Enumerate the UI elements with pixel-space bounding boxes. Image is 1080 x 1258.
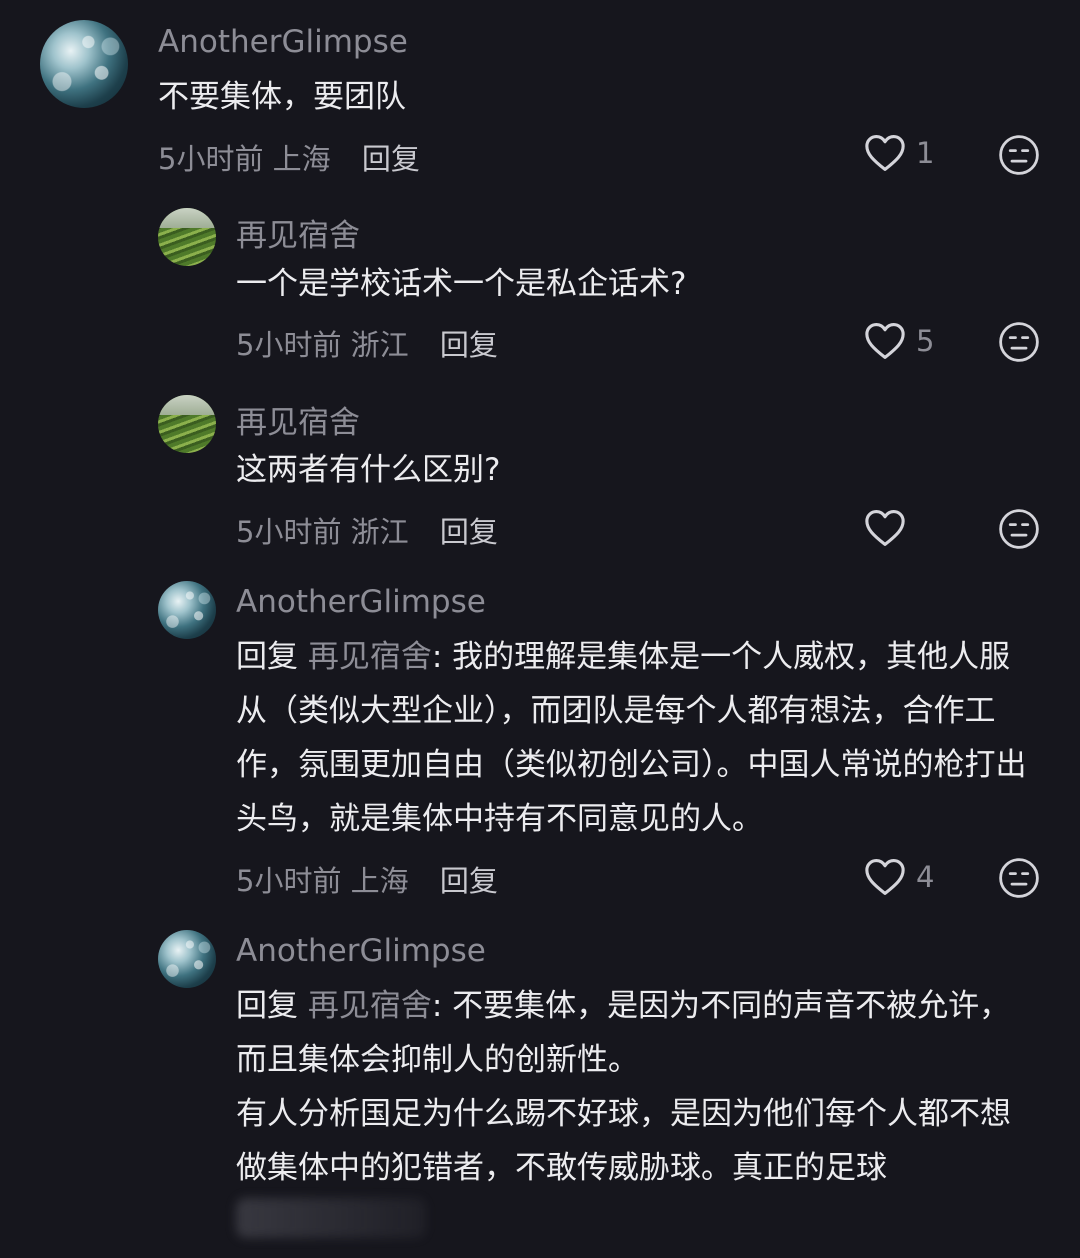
neutral-face-icon[interactable] — [998, 857, 1040, 899]
user-avatar[interactable] — [158, 395, 216, 453]
like-count: 5 — [916, 324, 935, 358]
comment-location: 上海 — [350, 864, 409, 898]
comment-text: 回复 再见宿舍: 我的理解是集体是一个人威权，其他人服从（类似大型企业），而团队… — [236, 630, 1031, 846]
reply-button[interactable]: 回复 — [362, 142, 420, 176]
comment-meta: 5小时前 上海 回复 — [236, 858, 498, 900]
neutral-face-icon[interactable] — [998, 321, 1040, 363]
comment-time: 5小时前 — [158, 142, 264, 176]
reply-prefix: 回复 — [236, 988, 298, 1024]
reply-prefix: 回复 — [236, 639, 298, 675]
comment-time: 5小时前 — [236, 515, 342, 549]
comment-meta: 5小时前 浙江 回复 — [236, 509, 498, 551]
comment-text: 回复 再见宿舍: 不要集体，是因为不同的声音不被允许，而且集体会抑制人的创新性。… — [236, 979, 1031, 1195]
heart-outline-icon — [865, 323, 905, 359]
heart-outline-icon — [865, 510, 905, 546]
comment-username[interactable]: 再见宿舍 — [236, 210, 360, 255]
like-count: 4 — [916, 860, 935, 894]
comment-username[interactable]: AnotherGlimpse — [158, 24, 408, 60]
comment-username[interactable]: AnotherGlimpse — [236, 933, 486, 969]
comment-location: 上海 — [272, 142, 331, 176]
truncated-content-fade — [236, 1198, 426, 1238]
comment-location: 浙江 — [350, 328, 409, 362]
comment-body-paragraph-2: 有人分析国足为什么踢不好球，是因为他们每个人都不想做集体中的犯错者，不敢传威胁球… — [236, 1096, 1011, 1186]
reply-button[interactable]: 回复 — [440, 328, 498, 362]
reply-button[interactable]: 回复 — [440, 864, 498, 898]
reply-target-username[interactable]: 再见宿舍 — [308, 639, 432, 675]
heart-outline-icon — [865, 135, 905, 171]
comment-time: 5小时前 — [236, 328, 342, 362]
like-button[interactable]: 4 — [864, 858, 934, 896]
comment-time: 5小时前 — [236, 864, 342, 898]
reply-target-username[interactable]: 再见宿舍 — [308, 988, 432, 1024]
user-avatar[interactable] — [40, 20, 128, 108]
user-avatar[interactable] — [158, 208, 216, 266]
reply-button[interactable]: 回复 — [440, 515, 498, 549]
comment-meta: 5小时前 上海 回复 — [158, 136, 420, 178]
comment-text: 不要集体，要团队 — [158, 79, 406, 115]
comment-location: 浙江 — [350, 515, 409, 549]
user-avatar[interactable] — [158, 581, 216, 639]
like-count: 1 — [916, 136, 935, 170]
comment-username[interactable]: AnotherGlimpse — [236, 584, 486, 620]
comment-text: 一个是学校话术一个是私企话术? — [236, 266, 687, 302]
like-button[interactable]: 5 — [864, 322, 934, 360]
neutral-face-icon[interactable] — [998, 134, 1040, 176]
comment-username[interactable]: 再见宿舍 — [236, 397, 360, 442]
comment-meta: 5小时前 浙江 回复 — [236, 322, 498, 364]
like-button[interactable]: 1 — [864, 134, 934, 172]
neutral-face-icon[interactable] — [998, 508, 1040, 550]
user-avatar[interactable] — [158, 930, 216, 988]
like-button[interactable] — [864, 509, 916, 547]
heart-outline-icon — [865, 859, 905, 895]
comment-text: 这两者有什么区别? — [236, 452, 501, 488]
